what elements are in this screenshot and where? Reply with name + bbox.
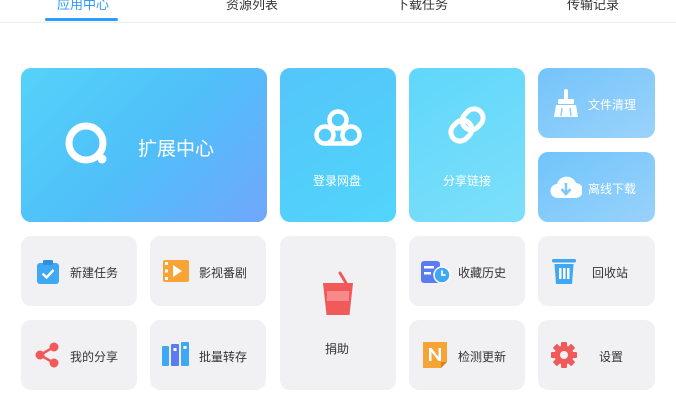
offline-download-card[interactable]: 离线下载 xyxy=(538,152,655,222)
file-clean-label: 文件清理 xyxy=(588,98,637,112)
login-netdisk-label: 登录网盘 xyxy=(313,174,362,188)
clipboard-check-icon xyxy=(37,260,59,284)
my-share-label: 我的分享 xyxy=(70,350,119,364)
history-icon xyxy=(421,261,451,284)
tab-download-tasks[interactable]: 下载任务 xyxy=(396,0,448,22)
new-task-label: 新建任务 xyxy=(70,266,119,280)
batch-transfer-card[interactable]: 批量转存 xyxy=(150,320,266,390)
share-link-label: 分享链接 xyxy=(443,174,492,188)
gear-icon xyxy=(551,342,577,368)
cloud-download-icon xyxy=(550,176,582,199)
settings-label: 设置 xyxy=(599,350,624,364)
file-clean-card[interactable]: 文件清理 xyxy=(538,68,655,138)
recycle-bin-card[interactable]: 回收站 xyxy=(538,236,655,306)
broom-icon xyxy=(554,89,578,117)
video-icon xyxy=(163,260,189,282)
new-task-card[interactable]: 新建任务 xyxy=(21,236,137,306)
check-update-card[interactable]: 检测更新 xyxy=(409,320,525,390)
trash-icon xyxy=(552,259,576,284)
favorites-history-card[interactable]: 收藏历史 xyxy=(409,236,525,306)
drink-cup-icon xyxy=(323,271,353,315)
donate-label: 捐助 xyxy=(325,342,350,356)
tab-bar: 应用中心 资源列表 下载任务 传输记录 xyxy=(0,0,676,23)
offline-download-label: 离线下载 xyxy=(588,182,637,196)
tab-resource-list[interactable]: 资源列表 xyxy=(226,0,278,22)
active-tab-indicator xyxy=(45,18,118,21)
recycle-bin-label: 回收站 xyxy=(592,266,629,280)
video-card[interactable]: 影视番剧 xyxy=(150,236,266,306)
favorites-history-label: 收藏历史 xyxy=(458,266,507,280)
share-icon xyxy=(35,342,59,368)
batch-transfer-label: 批量转存 xyxy=(199,350,248,364)
video-label: 影视番剧 xyxy=(199,266,248,280)
extension-center-card[interactable]: 扩展中心 xyxy=(21,68,267,222)
link-icon xyxy=(448,106,486,144)
update-icon xyxy=(423,342,447,368)
my-share-card[interactable]: 我的分享 xyxy=(21,320,137,390)
share-link-card[interactable]: 分享链接 xyxy=(409,68,525,222)
cloud-icon xyxy=(314,109,362,146)
batch-transfer-icon xyxy=(162,342,189,366)
check-update-label: 检测更新 xyxy=(458,350,507,364)
tab-transfer-records[interactable]: 传输记录 xyxy=(567,0,619,22)
settings-card[interactable]: 设置 xyxy=(538,320,655,390)
login-netdisk-card[interactable]: 登录网盘 xyxy=(280,68,396,222)
donate-card[interactable]: 捐助 xyxy=(280,236,396,390)
extension-center-label: 扩展中心 xyxy=(138,138,215,160)
extension-center-icon xyxy=(65,122,107,164)
